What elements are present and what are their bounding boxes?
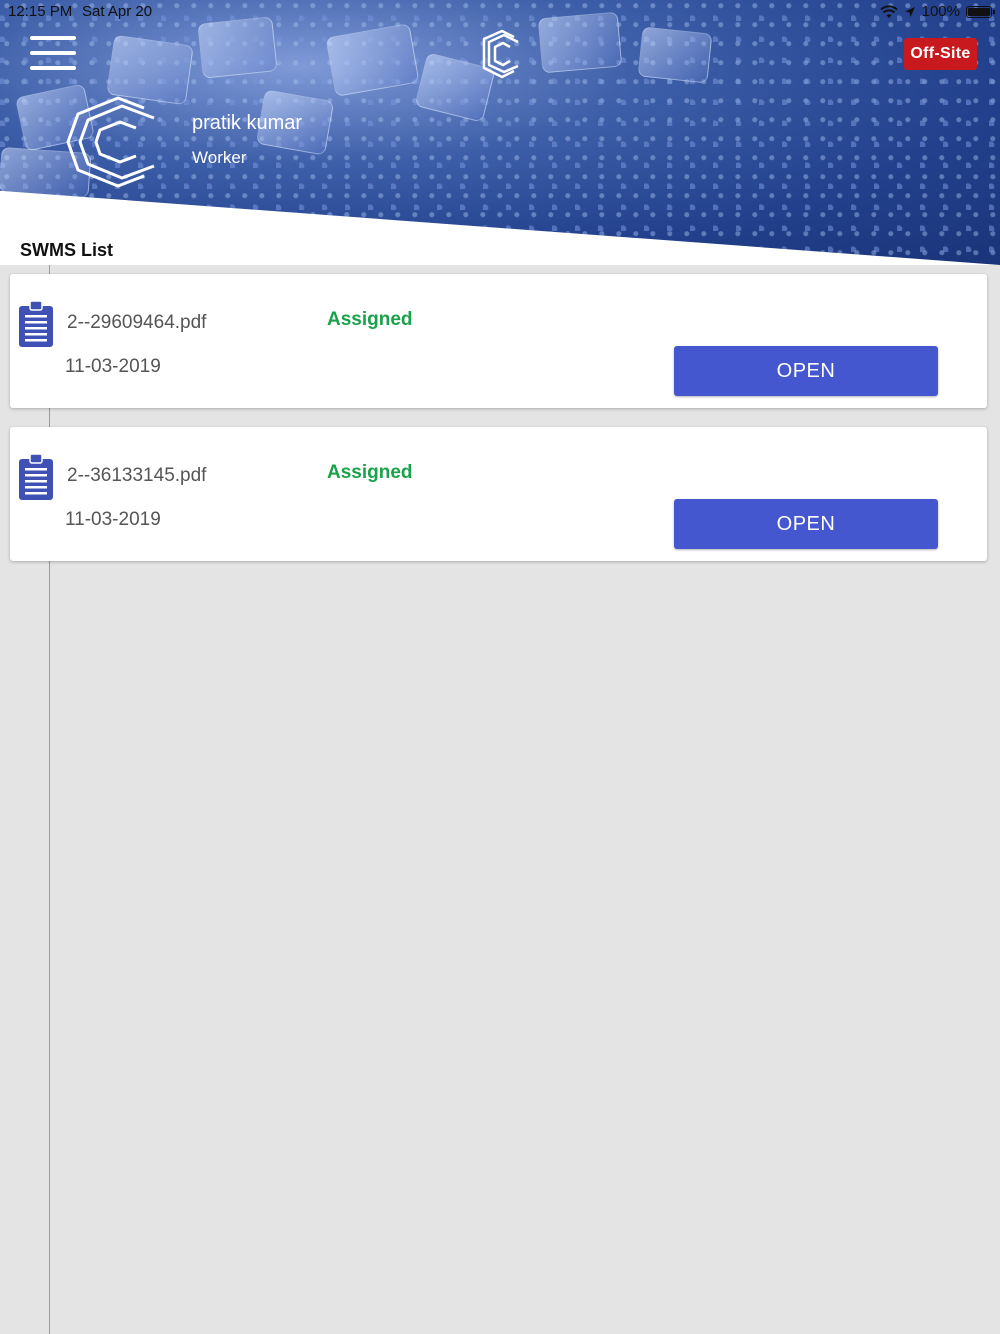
file-name: 2--36133145.pdf [67, 465, 207, 486]
status-time: 12:15 PM [8, 3, 73, 20]
profile-name: pratik kumar [192, 112, 303, 134]
profile-logo-icon [66, 96, 155, 188]
profile-role: Worker [192, 148, 247, 167]
open-button[interactable]: OPEN [674, 346, 938, 396]
status-bar: 12:15 PM Sat Apr 20 100% [0, 0, 1000, 26]
open-button[interactable]: OPEN [674, 499, 938, 549]
status-indicators: 100% [879, 0, 995, 24]
offsite-badge[interactable]: Off-Site [904, 38, 977, 70]
clipboard-icon [19, 300, 53, 347]
menu-button[interactable] [30, 36, 76, 70]
list-title: SWMS List [20, 240, 113, 260]
file-name: 2--29609464.pdf [67, 312, 207, 333]
menu-bar [30, 66, 76, 70]
menu-bar [30, 36, 76, 40]
app-logo-icon [482, 29, 519, 79]
swms-card: 2--29609464.pdf 11-03-2019 Assigned OPEN [10, 274, 987, 408]
status-label: Assigned [327, 309, 413, 330]
file-date: 11-03-2019 [65, 509, 161, 530]
swms-card: 2--36133145.pdf 11-03-2019 Assigned OPEN [10, 427, 987, 561]
wifi-icon [879, 5, 898, 18]
timeline-line [49, 265, 50, 1334]
location-arrow-icon [904, 7, 915, 17]
header-banner: 12:15 PM Sat Apr 20 100% Off-Site pratik… [0, 0, 1000, 265]
status-date: Sat Apr 20 [82, 3, 153, 20]
battery-percent: 100% [921, 3, 960, 20]
app-screen: 12:15 PM Sat Apr 20 100% Off-Site pratik… [0, 0, 1000, 1334]
battery-icon [966, 6, 995, 18]
status-label: Assigned [327, 462, 413, 483]
clipboard-icon [19, 453, 53, 500]
menu-bar [30, 51, 76, 55]
file-date: 11-03-2019 [65, 356, 161, 377]
